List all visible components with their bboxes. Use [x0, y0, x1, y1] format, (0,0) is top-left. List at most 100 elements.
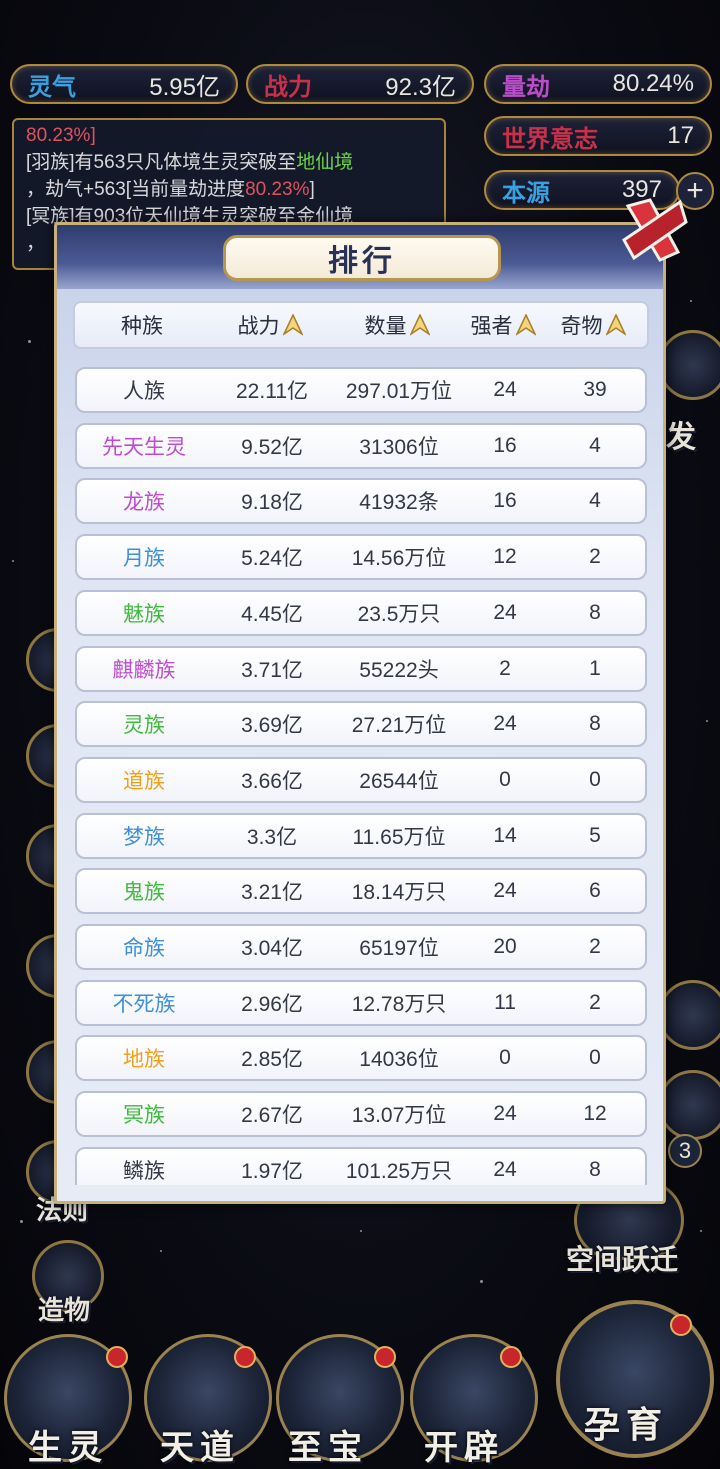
- power-cell: 2.67亿: [241, 1104, 303, 1128]
- race-cell: 冥族: [123, 1104, 165, 1128]
- count-cell: 14036位: [359, 1048, 439, 1072]
- race-cell: 魅族: [123, 602, 165, 626]
- header-label: 种族: [121, 315, 163, 338]
- race-cell: 梦族: [123, 825, 165, 849]
- table-row[interactable]: 不死族 2.96亿 12.78万只 11 2: [75, 979, 647, 1026]
- table-row[interactable]: 先天生灵 9.52亿 31306位 16 4: [75, 422, 647, 469]
- strong-cell: 20: [493, 935, 517, 958]
- race-cell: 命族: [123, 937, 165, 960]
- header-race: 种族: [75, 310, 209, 340]
- side-label-partial: 发: [666, 420, 696, 455]
- strong-cell: 12: [493, 545, 517, 569]
- count-cell: 13.07万位: [351, 1104, 447, 1128]
- stat-zhanli: 战力 92.3亿: [246, 64, 474, 104]
- strong-cell: 0: [499, 1046, 511, 1070]
- count-cell: 27.21万位: [351, 714, 447, 738]
- count-cell: 12.78万只: [351, 992, 447, 1016]
- treasure-cell: 0: [589, 767, 601, 791]
- table-row[interactable]: 灵族 3.69亿 27.21万位 24 8: [75, 701, 647, 748]
- race-cell: 先天生灵: [102, 435, 186, 459]
- count-cell: 23.5万只: [357, 602, 441, 626]
- strong-cell: 0: [499, 767, 511, 791]
- log-line: 80.23%]: [26, 122, 432, 149]
- stat-value: 17: [667, 122, 694, 149]
- notification-dot: [106, 1346, 128, 1368]
- table-row[interactable]: 地族 2.85亿 14036位 0 0: [75, 1035, 647, 1082]
- power-cell: 2.96亿: [241, 992, 303, 1016]
- table-row[interactable]: 道族 3.66亿 26544位 0 0: [75, 756, 647, 803]
- table-row[interactable]: 龙族 9.18亿 41932条 16 4: [75, 478, 647, 525]
- header-label: 奇物: [560, 315, 603, 338]
- table-row[interactable]: 命族 3.04亿 65197位 20 2: [75, 924, 647, 970]
- table-row[interactable]: 梦族 3.3亿 11.65万位 14 5: [75, 812, 647, 859]
- sort-by-treasure[interactable]: 奇物: [543, 310, 643, 340]
- treasure-cell: 4: [589, 489, 601, 513]
- strong-cell: 16: [493, 489, 517, 513]
- kongjian-label: 空间跃迁: [566, 1243, 679, 1276]
- header-label: 战力: [237, 315, 280, 338]
- treasure-cell: 4: [589, 433, 601, 457]
- race-cell: 鬼族: [123, 881, 165, 905]
- sort-by-strong[interactable]: 强者: [463, 310, 543, 340]
- count-cell: 11.65万位: [352, 825, 446, 849]
- race-cell: 月族: [123, 547, 165, 571]
- stat-label: 灵气: [28, 71, 76, 101]
- sort-arrow-icon: [282, 314, 303, 336]
- side-button[interactable]: [658, 330, 720, 400]
- count-cell: 65197位: [359, 937, 439, 960]
- count-cell: 14.56万位: [351, 547, 447, 571]
- race-cell: 灵族: [123, 714, 165, 738]
- race-cell: 地族: [123, 1048, 165, 1072]
- treasure-cell: 6: [589, 879, 601, 903]
- table-row[interactable]: 人族 22.11亿 297.01万位 24 39: [75, 367, 647, 413]
- close-icon[interactable]: [620, 196, 688, 264]
- table-row[interactable]: 鬼族 3.21亿 18.14万只 24 6: [75, 868, 647, 915]
- log-text: [羽族]有563只凡体境生灵突破至: [26, 152, 297, 173]
- count-cell: 18.14万只: [351, 881, 447, 905]
- count-cell: 26544位: [359, 769, 439, 793]
- count-cell: 55222头: [359, 658, 439, 682]
- table-row[interactable]: 魅族 4.45亿 23.5万只 24 8: [75, 589, 647, 636]
- table-row[interactable]: 冥族 2.67亿 13.07万位 24 12: [75, 1091, 647, 1138]
- ranking-list[interactable]: 人族 22.11亿 297.01万位 24 39 先天生灵 9.52亿 31306位 16 4 龙族…: [73, 367, 649, 1185]
- zaowu-label: 造物: [38, 1296, 91, 1326]
- table-row[interactable]: 鳞族 1.97亿 101.25万只 24 8: [75, 1146, 647, 1185]
- power-cell: 4.45亿: [241, 602, 303, 626]
- nav-zhibao-label: 至宝: [288, 1428, 368, 1468]
- table-row[interactable]: 月族 5.24亿 14.56万位 12 2: [75, 534, 647, 581]
- stat-liangjie: 量劫 80.24%: [484, 64, 712, 104]
- treasure-cell: 8: [589, 600, 601, 624]
- nav-shengling-label: 生灵: [28, 1428, 108, 1468]
- count-cell: 297.01万位: [345, 380, 453, 403]
- table-row[interactable]: 麒麟族 3.71亿 55222头 2 1: [75, 645, 647, 692]
- power-cell: 3.3亿: [246, 825, 298, 849]
- treasure-cell: 8: [589, 1157, 601, 1181]
- stat-value: 80.24%: [612, 70, 694, 97]
- race-cell: 人族: [123, 380, 165, 403]
- strong-cell: 24: [493, 879, 517, 903]
- log-text: ，: [26, 233, 46, 254]
- stat-label: 战力: [264, 71, 312, 101]
- strong-cell: 11: [494, 990, 516, 1014]
- strong-cell: 24: [493, 378, 517, 401]
- race-cell: 不死族: [112, 992, 176, 1016]
- treasure-cell: 5: [589, 823, 601, 847]
- notification-dot: [500, 1346, 522, 1368]
- sort-by-power[interactable]: 战力: [209, 310, 331, 340]
- sort-by-count[interactable]: 数量: [331, 310, 463, 340]
- stat-lingqi: 灵气 5.95亿: [10, 64, 238, 104]
- log-text: 80.23%: [245, 179, 310, 200]
- log-text: ，劫气+563[当前量劫进度: [26, 179, 246, 200]
- strong-cell: 24: [493, 712, 517, 736]
- stat-value: 5.95亿: [149, 73, 220, 101]
- stat-label: 本源: [502, 177, 550, 207]
- table-header: 种族 战力 数量 强者 奇物: [73, 301, 649, 349]
- side-button[interactable]: [658, 1070, 720, 1140]
- treasure-cell: 2: [589, 990, 601, 1014]
- treasure-cell: 2: [589, 935, 601, 958]
- side-button[interactable]: [658, 980, 720, 1050]
- power-cell: 1.97亿: [241, 1159, 303, 1183]
- race-cell: 麒麟族: [112, 658, 176, 682]
- race-cell: 龙族: [123, 491, 165, 515]
- log-text: 地仙境: [296, 152, 354, 173]
